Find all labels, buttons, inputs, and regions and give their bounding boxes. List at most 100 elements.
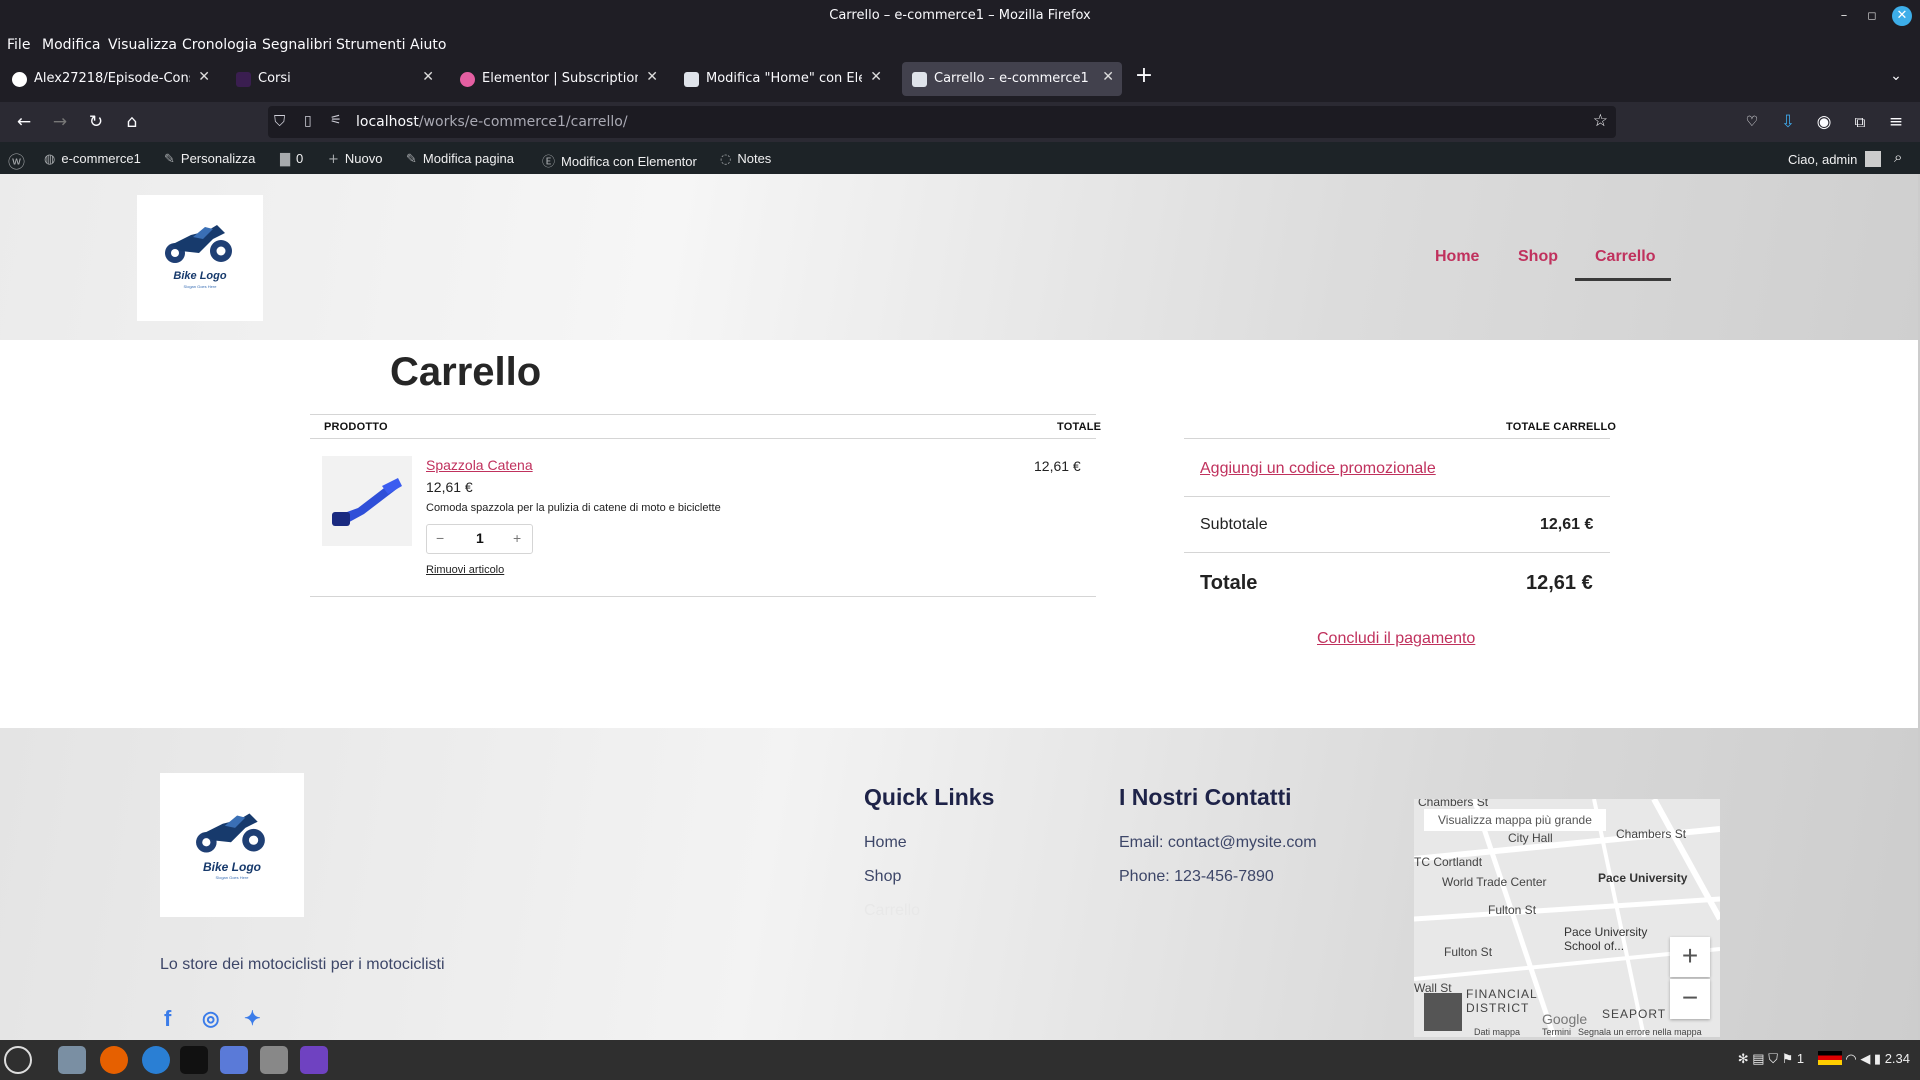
menu-segnalibri[interactable]: Segnalibri — [262, 37, 332, 53]
add-coupon-link[interactable]: Aggiungi un codice promozionale — [1200, 460, 1436, 478]
site-logo[interactable]: Bike Logo Slogan Goes Here — [137, 195, 263, 321]
back-icon[interactable]: ← — [12, 110, 36, 134]
wordpress-logo-icon[interactable]: ⓦ — [8, 148, 25, 173]
reload-icon[interactable]: ↻ — [84, 110, 108, 134]
embedded-map[interactable]: Visualizza mappa più grande Chambers St … — [1414, 799, 1720, 1037]
update-icon[interactable]: ⚑ — [1782, 1051, 1797, 1066]
keyboard-language-flag[interactable] — [1817, 1051, 1842, 1065]
shield-tray-icon[interactable]: ⛉ — [1768, 1051, 1781, 1066]
footer-logo[interactable]: Bike Logo Slogan Goes Here — [160, 773, 304, 917]
url-text[interactable]: localhost/works/e-commerce1/carrello/ — [356, 114, 628, 130]
battery-icon[interactable]: ▮ — [1874, 1051, 1885, 1066]
nav-home[interactable]: Home — [1435, 248, 1479, 266]
menu-file[interactable]: File — [7, 37, 30, 53]
tab-github[interactable]: Alex27218/Episode-Conseg ✕ — [2, 62, 218, 96]
wp-customize-link[interactable]: ✎ Personalizza — [164, 151, 255, 167]
shield-icon[interactable]: ⛉ — [274, 112, 285, 130]
decrease-quantity-button[interactable]: − — [436, 530, 444, 546]
tab-corsi[interactable]: Corsi ✕ — [226, 62, 442, 96]
quantity-stepper: − 1 + — [426, 524, 533, 554]
product-thumbnail[interactable] — [322, 456, 412, 546]
file-manager-icon[interactable] — [58, 1046, 86, 1074]
firefox-icon[interactable] — [100, 1046, 128, 1074]
forward-icon[interactable]: → — [48, 110, 72, 134]
screenshot-icon[interactable] — [220, 1046, 248, 1074]
twitter-icon[interactable]: ✦ — [244, 1006, 261, 1031]
remove-item-link[interactable]: Rimuovi articolo — [426, 564, 504, 576]
map-footer-link[interactable]: Termini — [1542, 1027, 1571, 1037]
new-tab-icon[interactable]: + — [1132, 64, 1156, 88]
tab-bar: Alex27218/Episode-Conseg ✕ Corsi ✕ Eleme… — [0, 58, 1920, 102]
terminal-icon[interactable] — [180, 1046, 208, 1074]
wp-account-link[interactable]: Ciao, admin — [1788, 151, 1882, 167]
menu-strumenti[interactable]: Strumenti — [336, 37, 406, 53]
wp-edit-elementor-link[interactable]: Ⓔ Modifica con Elementor — [542, 151, 697, 170]
column-header-total: TOTALE — [1057, 421, 1102, 433]
bluetooth-icon[interactable]: ✻ — [1738, 1051, 1753, 1066]
zoom-out-button[interactable]: − — [1670, 979, 1710, 1019]
tab-elementor[interactable]: Elementor | Subscriptions ✕ — [450, 62, 666, 96]
extensions-icon[interactable]: ⧉ — [1848, 110, 1872, 134]
menu-visualizza[interactable]: Visualizza — [108, 37, 177, 53]
close-tab-icon[interactable]: ✕ — [870, 69, 882, 85]
clipboard-icon[interactable]: ▤ — [1752, 1051, 1768, 1066]
instagram-icon[interactable]: ◎ — [202, 1006, 219, 1031]
downloads-icon[interactable]: ⇩ — [1776, 110, 1800, 134]
menu-modifica[interactable]: Modifica — [42, 37, 101, 53]
tab-carrello[interactable]: Carrello – e-commerce1 ✕ — [902, 62, 1122, 96]
map-label: Fulton St — [1444, 945, 1493, 959]
wifi-icon[interactable]: ◠ — [1845, 1051, 1860, 1066]
close-tab-icon[interactable]: ✕ — [422, 69, 434, 85]
zoom-in-button[interactable]: + — [1670, 937, 1710, 977]
bookmark-star-icon[interactable]: ☆ — [1593, 111, 1608, 131]
account-icon[interactable]: ◉ — [1812, 110, 1836, 134]
volume-icon[interactable]: ◀ — [1860, 1051, 1874, 1066]
search-icon[interactable]: ⌕ — [1894, 148, 1902, 166]
maximize-icon[interactable]: ◻ — [1862, 6, 1882, 26]
permissions-icon[interactable]: ⚟ — [330, 113, 342, 128]
tab-modifica-home[interactable]: Modifica "Home" con Eleme ✕ — [674, 62, 890, 96]
github-desktop-icon[interactable] — [300, 1046, 328, 1074]
satellite-toggle[interactable] — [1424, 993, 1462, 1031]
wp-comments-link[interactable]: ▇ 0 — [280, 151, 303, 167]
close-window-icon[interactable]: ✕ — [1892, 6, 1912, 26]
product-name-link[interactable]: Spazzola Catena — [426, 457, 533, 473]
map-footer-link[interactable]: Dati mappa — [1474, 1027, 1520, 1037]
footer-link-home[interactable]: Home — [864, 834, 907, 852]
close-tab-icon[interactable]: ✕ — [198, 69, 210, 85]
clock[interactable]: 2.34 — [1885, 1051, 1910, 1066]
page-content: Bike Logo Slogan Goes Here Home Shop Car… — [0, 174, 1918, 1040]
quantity-value[interactable]: 1 — [476, 530, 484, 546]
chain-brush-image — [332, 478, 402, 526]
list-tabs-icon[interactable]: ⌄ — [1884, 64, 1908, 88]
thunderbird-icon[interactable] — [142, 1046, 170, 1074]
checkout-link[interactable]: Concludi il pagamento — [1317, 630, 1475, 648]
close-tab-icon[interactable]: ✕ — [646, 69, 658, 85]
brush-icon: ✎ — [164, 152, 175, 167]
contacts-title: I Nostri Contatti — [1119, 784, 1292, 810]
wp-edit-page-link[interactable]: ✎ Modifica pagina — [406, 151, 514, 167]
increase-quantity-button[interactable]: + — [513, 530, 521, 546]
start-menu-icon[interactable] — [4, 1046, 32, 1074]
pocket-icon[interactable]: ♡ — [1740, 110, 1764, 134]
nav-carrello[interactable]: Carrello — [1595, 248, 1655, 266]
url-bar[interactable]: ⛉ ▯ ⚟ localhost/works/e-commerce1/carrel… — [268, 106, 1616, 138]
minimize-icon[interactable]: – — [1834, 6, 1854, 26]
divider — [1184, 438, 1610, 439]
page-info-icon[interactable]: ▯ — [304, 113, 312, 129]
menu-aiuto[interactable]: Aiuto — [410, 37, 446, 53]
wp-site-link[interactable]: ◍ e-commerce1 — [44, 151, 141, 167]
footer-link-shop[interactable]: Shop — [864, 868, 901, 886]
home-icon[interactable]: ⌂ — [120, 110, 144, 134]
view-larger-map-button[interactable]: Visualizza mappa più grande — [1424, 809, 1606, 831]
wp-new-link[interactable]: + Nuovo — [328, 151, 382, 167]
wp-notes-link[interactable]: ◌ Notes — [720, 151, 771, 167]
footer-link-carrello[interactable]: Carrello — [864, 902, 920, 920]
facebook-icon[interactable]: f — [164, 1006, 171, 1032]
menu-cronologia[interactable]: Cronologia — [182, 37, 257, 53]
close-tab-icon[interactable]: ✕ — [1102, 69, 1114, 85]
hamburger-menu-icon[interactable]: ≡ — [1884, 110, 1908, 134]
settings-icon[interactable] — [260, 1046, 288, 1074]
nav-shop[interactable]: Shop — [1518, 248, 1558, 266]
map-footer-link[interactable]: Segnala un errore nella mappa — [1578, 1027, 1702, 1037]
